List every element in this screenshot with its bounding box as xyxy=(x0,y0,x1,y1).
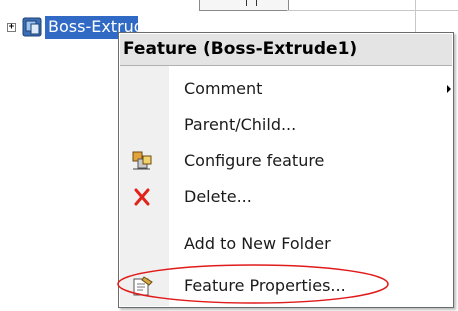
menu-item-comment[interactable]: Comment xyxy=(120,71,452,107)
menu-item-label: Feature Properties... xyxy=(184,276,346,295)
menu-item-label: Comment xyxy=(184,79,263,98)
frame-line xyxy=(415,0,416,34)
menu-item-label: Add to New Folder xyxy=(184,234,331,253)
frame-line xyxy=(287,10,458,11)
configure-feature-icon xyxy=(132,151,152,170)
delete-x-icon xyxy=(134,188,150,206)
context-menu: Feature (Boss-Extrude1) Comment Parent/C… xyxy=(118,32,454,308)
feature-properties-icon xyxy=(133,276,153,296)
tree-expand-plus-icon[interactable]: + xyxy=(7,23,16,32)
menu-item-delete[interactable]: Delete... xyxy=(120,179,452,215)
menu-item-add-to-new-folder[interactable]: Add to New Folder xyxy=(120,226,452,262)
menu-item-configure-feature[interactable]: Configure feature xyxy=(120,143,452,179)
boss-extrude-feature-icon xyxy=(22,17,42,37)
menu-item-label: Configure feature xyxy=(184,151,325,170)
partial-window-frame xyxy=(199,0,289,11)
context-menu-title: Feature (Boss-Extrude1) xyxy=(120,34,452,66)
menu-item-label: Delete... xyxy=(184,187,252,206)
frame-divider xyxy=(256,0,257,6)
frame-divider xyxy=(246,0,247,6)
menu-item-label: Parent/Child... xyxy=(184,115,297,134)
menu-item-feature-properties[interactable]: Feature Properties... xyxy=(120,268,452,304)
submenu-arrow-icon xyxy=(447,85,451,93)
menu-item-parent-child[interactable]: Parent/Child... xyxy=(120,107,452,143)
